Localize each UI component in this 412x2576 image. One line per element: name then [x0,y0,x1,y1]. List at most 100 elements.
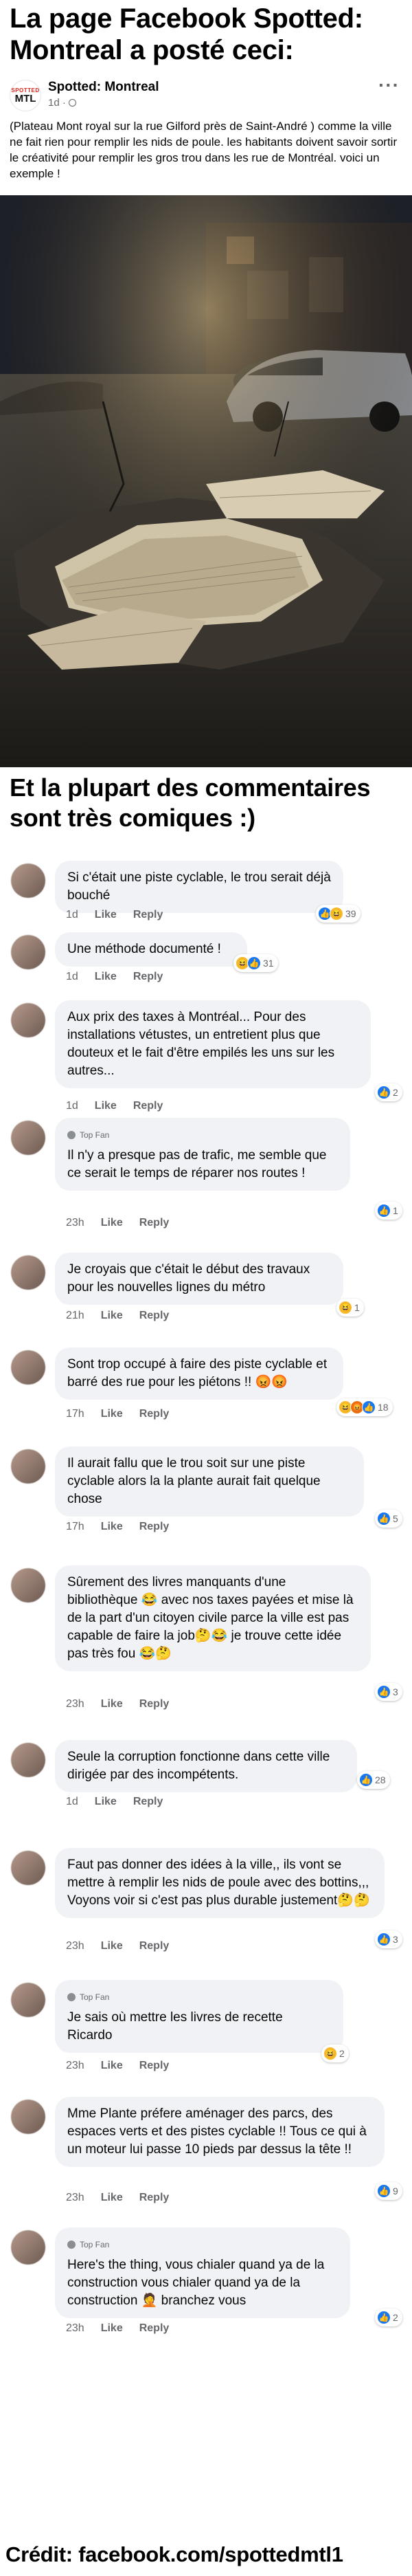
commenter-avatar[interactable] [11,863,45,898]
like-button[interactable]: Like [101,1217,123,1229]
commenter-avatar[interactable] [11,1449,45,1484]
commenter-avatar[interactable] [11,1743,45,1777]
comment-time-link[interactable]: 1d [66,971,78,983]
comment-actions: 23h Like Reply [66,1698,169,1710]
comment-bubble: Top Fan Here's the thing, vous chialer qu… [55,2227,350,2318]
like-button[interactable]: Like [101,2060,123,2072]
like-icon: 👍 [247,956,261,970]
commenter-avatar[interactable] [11,2230,45,2265]
reaction-count: 1 [354,1302,360,1313]
post-meta: Spotted: Montreal 1d · [48,80,159,109]
reaction-count: 18 [378,1402,389,1413]
reaction-summary[interactable]: 👍 3 [375,1930,402,1948]
comment-time-link[interactable]: 17h [66,1521,84,1533]
reaction-count: 39 [345,908,356,919]
reply-button[interactable]: Reply [133,971,163,983]
reaction-summary[interactable]: 👍 9 [375,2182,402,2200]
reply-button[interactable]: Reply [133,1100,163,1112]
comment-time-link[interactable]: 1d [66,1100,78,1112]
reaction-summary[interactable]: 👍 😆 39 [316,905,360,923]
haha-icon: 😆 [339,1301,352,1314]
reply-button[interactable]: Reply [139,1310,170,1322]
comment-actions: 1d Like Reply [66,1796,163,1808]
top-fan-icon [67,1131,76,1139]
reply-button[interactable]: Reply [139,1408,170,1420]
comment-time-link[interactable]: 23h [66,2060,84,2072]
comment-time-link[interactable]: 23h [66,1940,84,1952]
comment-time-link[interactable]: 1d [66,909,78,921]
reaction-summary[interactable]: 😆 👍 31 [233,954,278,972]
haha-icon: 😆 [330,907,343,921]
commenter-avatar[interactable] [11,1350,45,1385]
facebook-post: SPOTTED MTL Spotted: Montreal 1d · ··· (… [0,74,412,767]
comment-time-link[interactable]: 1d [66,1796,78,1808]
reply-button[interactable]: Reply [139,2322,170,2335]
reply-button[interactable]: Reply [139,1521,170,1533]
reply-button[interactable]: Reply [139,2060,170,2072]
top-fan-icon [67,1993,76,2001]
reaction-summary[interactable]: 👍 2 [375,2309,402,2326]
reaction-summary[interactable]: 👍 2 [375,1083,402,1101]
more-options-button[interactable]: ··· [378,76,400,95]
like-button[interactable]: Like [95,971,117,983]
reaction-count: 2 [393,1087,398,1098]
commenter-avatar[interactable] [11,1851,45,1885]
reaction-summary[interactable]: 👍 28 [357,1771,390,1789]
reaction-count: 28 [375,1774,386,1785]
reply-button[interactable]: Reply [133,1796,163,1808]
comment-bubble: Seule la corruption fonctionne dans cett… [55,1740,357,1792]
like-button[interactable]: Like [101,1310,123,1322]
comment-time-link[interactable]: 23h [66,2192,84,2204]
like-button[interactable]: Like [95,909,117,921]
comment-actions: 23h Like Reply [66,1217,169,1229]
comment-actions: 23h Like Reply [66,2060,169,2072]
top-fan-icon [67,2241,76,2249]
reaction-summary[interactable]: 😆 😡 👍 18 [336,1398,393,1416]
comment-text: Je sais où mettre les livres de recette … [67,2010,283,2043]
reaction-count: 3 [393,1686,398,1697]
comment-time-link[interactable]: 21h [66,1310,84,1322]
commenter-avatar[interactable] [11,1003,45,1037]
page-name-link[interactable]: Spotted: Montreal [48,80,159,95]
comment-time-link[interactable]: 23h [66,2322,84,2335]
like-button[interactable]: Like [95,1100,117,1112]
top-fan-badge: Top Fan [67,1126,338,1144]
reaction-count: 5 [393,1513,398,1524]
commenter-avatar[interactable] [11,2100,45,2134]
page-avatar[interactable]: SPOTTED MTL [10,80,41,111]
like-button[interactable]: Like [101,1698,123,1710]
comment-bubble: Top Fan Je sais où mettre les livres de r… [55,1980,343,2053]
top-fan-badge: Top Fan [67,2236,338,2254]
reaction-summary[interactable]: 😆 1 [336,1299,364,1317]
comment-text: Sûrement des livres manquants d'une bibl… [67,1575,354,1661]
reply-button[interactable]: Reply [139,1217,170,1229]
commenter-avatar[interactable] [11,1983,45,2017]
comment-actions: 23h Like Reply [66,2192,169,2204]
commenter-avatar[interactable] [11,1255,45,1290]
like-button[interactable]: Like [101,1408,123,1420]
like-button[interactable]: Like [101,2192,123,2204]
reply-button[interactable]: Reply [139,2192,170,2204]
reaction-summary[interactable]: 👍 1 [375,1202,402,1220]
comment-bubble: Sûrement des livres manquants d'une bibl… [55,1565,371,1671]
like-button[interactable]: Like [101,2322,123,2335]
reply-button[interactable]: Reply [139,1698,170,1710]
page-headline: La page Facebook Spotted: Montreal a pos… [10,3,363,65]
commenter-avatar[interactable] [11,1121,45,1155]
commenter-avatar[interactable] [11,935,45,969]
post-timestamp[interactable]: 1d · [48,97,159,109]
like-button[interactable]: Like [101,1940,123,1952]
like-button[interactable]: Like [101,1521,123,1533]
like-button[interactable]: Like [95,1796,117,1808]
reaction-summary[interactable]: 😆 2 [321,2045,349,2062]
reaction-summary[interactable]: 👍 3 [375,1683,402,1701]
commenter-avatar[interactable] [11,1568,45,1603]
comment-time-link[interactable]: 23h [66,1698,84,1710]
pothole-books-photo[interactable] [0,195,412,767]
comment-time-link[interactable]: 23h [66,1217,84,1229]
reply-button[interactable]: Reply [133,909,163,921]
reaction-summary[interactable]: 👍 5 [375,1510,402,1528]
reply-button[interactable]: Reply [139,1940,170,1952]
comment-time-link[interactable]: 17h [66,1408,84,1420]
reaction-count: 2 [393,2312,398,2323]
